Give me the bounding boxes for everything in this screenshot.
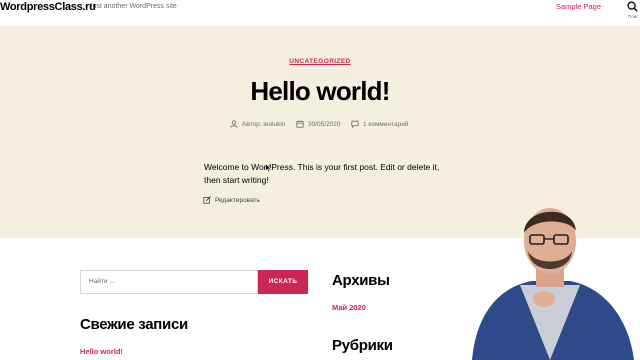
edit-post-link[interactable]: Редактировать: [203, 196, 260, 204]
calendar-icon: [296, 120, 304, 128]
post-author[interactable]: Автор: leolukin: [230, 120, 285, 128]
post-content: Welcome to WordPress. This is your first…: [204, 162, 440, 185]
post-category-link[interactable]: UNCATEGORIZED: [0, 58, 640, 65]
edit-icon: [203, 196, 211, 204]
archive-link-may-2020[interactable]: Май 2020: [332, 303, 366, 312]
widget-search-input[interactable]: Найти ...: [80, 270, 258, 294]
post-author-label: Автор: leolukin: [242, 120, 286, 128]
widget-search-button[interactable]: ИСКАТЬ: [258, 270, 308, 294]
comment-icon: [351, 120, 359, 128]
search-toggle-label: Поис: [628, 14, 639, 19]
site-tagline: Just another WordPress site: [89, 3, 177, 10]
search-icon: [627, 1, 638, 12]
post-date-label: 30/05/2020: [308, 120, 341, 128]
archives-heading: Архивы: [332, 272, 390, 289]
post-date[interactable]: 30/05/2020: [296, 120, 341, 128]
webcam-presenter-overlay: [472, 208, 634, 360]
post-comments-link[interactable]: 1 комментарий: [351, 120, 409, 128]
site-header: WordpressClass.ru Just another WordPress…: [0, 0, 640, 26]
search-toggle-button[interactable]: Поис: [622, 0, 640, 24]
nav-item-sample-page[interactable]: Sample Page: [556, 2, 601, 11]
categories-heading: Рубрики: [332, 337, 393, 354]
post-title[interactable]: Hello world!: [0, 76, 640, 107]
recent-post-link[interactable]: Hello world!: [80, 347, 123, 356]
edit-post-label: Редактировать: [215, 196, 260, 204]
mouse-cursor-icon: [265, 163, 272, 173]
site-title[interactable]: WordpressClass.ru: [0, 1, 96, 13]
recent-posts-heading: Свежие записи: [80, 316, 188, 333]
user-icon: [230, 120, 238, 128]
post-comments-label: 1 комментарий: [363, 120, 409, 128]
